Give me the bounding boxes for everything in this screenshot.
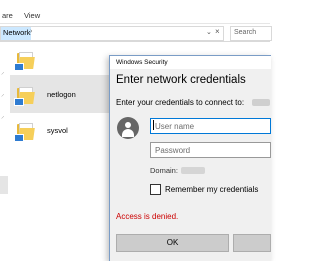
file-name-netlogon[interactable]: netlogon <box>47 90 76 99</box>
ribbon: are View <box>0 0 270 24</box>
search-placeholder: Search <box>234 29 257 36</box>
credentials-dialog: Windows Security Enter network credentia… <box>109 55 271 261</box>
dialog-titlebar[interactable]: Windows Security <box>110 56 271 69</box>
folder-icon[interactable] <box>14 87 37 106</box>
redacted-server-name <box>252 99 270 106</box>
address-bar[interactable]: Network › ⌄ × <box>0 26 224 41</box>
dialog-title: Windows Security <box>116 59 168 66</box>
address-row: Network › ⌄ × Search <box>0 24 272 42</box>
file-name-sysvol[interactable]: sysvol <box>47 126 68 135</box>
nav-selected-item[interactable] <box>0 176 8 194</box>
ok-button[interactable]: OK <box>116 234 229 252</box>
cancel-button[interactable] <box>233 234 271 252</box>
address-separator: › <box>30 28 33 35</box>
pin-icon[interactable]: ⸝ <box>1 90 5 99</box>
dialog-heading: Enter network credentials <box>116 74 246 86</box>
dialog-prompt: Enter your credentials to connect to: <box>116 98 245 107</box>
pin-icon[interactable]: ⸝ <box>1 68 5 77</box>
password-input[interactable] <box>150 142 271 158</box>
folder-icon[interactable] <box>14 52 37 71</box>
user-avatar-icon <box>117 117 139 139</box>
ribbon-tab-share[interactable]: are <box>2 11 13 20</box>
error-message: Access is denied. <box>116 212 179 221</box>
address-path[interactable]: Network <box>3 28 31 37</box>
text-caret <box>153 120 154 130</box>
pin-icon[interactable]: ⸝ <box>1 112 5 121</box>
remember-label[interactable]: Remember my credentials <box>165 185 258 194</box>
folder-icon[interactable] <box>14 123 37 142</box>
search-box[interactable]: Search <box>230 26 272 41</box>
chevron-down-icon[interactable]: ⌄ <box>206 28 212 36</box>
navigation-pane: ⸝ ⸝ ⸝ <box>0 42 10 260</box>
close-icon[interactable]: × <box>215 27 220 36</box>
ribbon-tab-view[interactable]: View <box>24 11 40 20</box>
redacted-domain <box>181 167 205 174</box>
remember-checkbox[interactable] <box>150 184 161 195</box>
domain-label: Domain: <box>150 166 178 175</box>
username-input[interactable] <box>150 118 271 134</box>
